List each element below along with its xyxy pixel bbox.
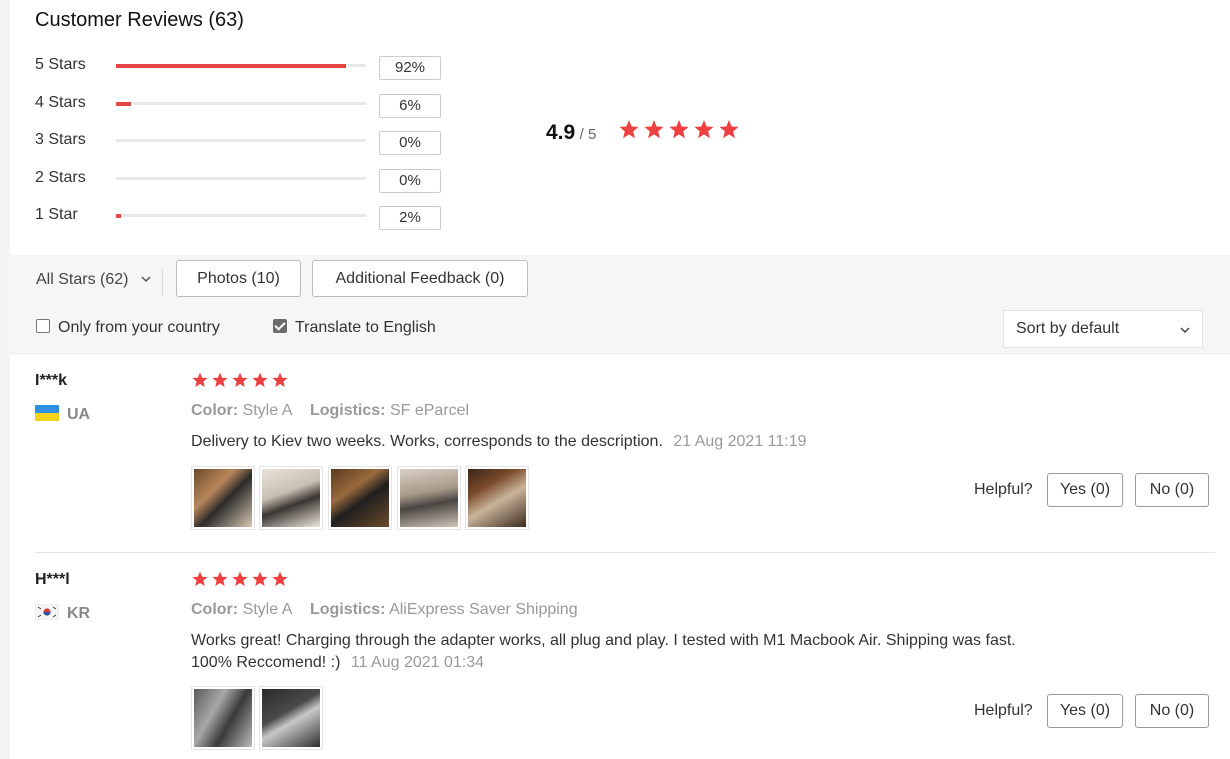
helpful-yes-button[interactable]: Yes (0) <box>1047 473 1123 507</box>
star-rating-icon <box>619 120 739 139</box>
review-photo-thumbnail[interactable] <box>259 466 323 530</box>
rating-bar-track <box>116 213 366 218</box>
logistics-value: SF eParcel <box>389 402 470 419</box>
photos-filter-button[interactable]: Photos (10) <box>176 260 301 297</box>
rating-bar-track <box>116 177 366 180</box>
rating-percent: 6% <box>379 94 441 118</box>
rating-bar-fill <box>116 213 121 218</box>
photo-image <box>331 469 389 527</box>
photo-image <box>194 689 252 747</box>
reviews-title: Customer Reviews (63) <box>35 9 244 31</box>
chevron-down-icon <box>1180 327 1190 334</box>
photo-image <box>262 689 320 747</box>
helpful-no-button[interactable]: No (0) <box>1135 694 1209 728</box>
helpful-label: Helpful? <box>974 481 1033 498</box>
rating-row-label: 3 Stars <box>35 131 86 148</box>
filter-divider <box>162 269 163 297</box>
rating-bar-track <box>116 101 366 106</box>
helpful-no-button[interactable]: No (0) <box>1135 473 1209 507</box>
filter-bottom-border <box>10 353 1230 354</box>
star-rating-icon <box>192 571 288 586</box>
country-code: KR <box>67 605 91 622</box>
photo-image <box>400 469 458 527</box>
logistics-label: Logistics: <box>309 402 386 419</box>
color-label: Color: <box>191 402 239 419</box>
review-photo-thumbnail[interactable] <box>465 466 529 530</box>
average-stars <box>619 119 741 148</box>
review-photo-thumbnail[interactable] <box>259 686 323 750</box>
logistics-label: Logistics: <box>309 601 386 618</box>
review-divider <box>35 552 1215 553</box>
rating-bar-track <box>116 63 366 68</box>
sort-select[interactable]: Sort by default <box>1003 310 1203 348</box>
rating-percent: 2% <box>379 206 441 230</box>
rating-row-1[interactable]: 1 Star 2% <box>35 202 455 240</box>
reviewer-country: UA <box>35 405 90 424</box>
average-score-max: / 5 <box>579 126 597 143</box>
all-stars-label: All Stars (62) <box>36 271 129 288</box>
rating-row-4[interactable]: 4 Stars 6% <box>35 90 455 128</box>
country-code: UA <box>67 406 91 423</box>
star-rating-icon <box>192 372 288 387</box>
review-body-line1: Works great! Charging through the adapte… <box>191 632 1016 649</box>
rating-row-label: 1 Star <box>35 206 78 223</box>
ukraine-flag-icon <box>35 405 59 421</box>
photo-image <box>262 469 320 527</box>
rating-row-label: 5 Stars <box>35 56 86 73</box>
average-score-value: 4.9 <box>546 121 576 144</box>
review-date: 11 Aug 2021 01:34 <box>350 654 485 671</box>
checked-checkbox-icon <box>273 319 287 333</box>
photo-image <box>194 469 252 527</box>
rating-percent: 0% <box>379 131 441 155</box>
rating-percent: 92% <box>379 56 441 80</box>
only-country-label: Only from your country <box>58 319 220 336</box>
translate-checkbox[interactable]: Translate to English <box>273 319 436 337</box>
color-value: Style A <box>242 402 292 419</box>
review-stars <box>192 372 290 396</box>
average-score: 4.9 / 5 <box>546 121 596 145</box>
rating-row-5[interactable]: 5 Stars 92% <box>35 52 455 90</box>
rating-row-label: 4 Stars <box>35 94 86 111</box>
reviewer-name: H***l <box>35 571 70 588</box>
checkbox-icon <box>36 319 50 333</box>
photo-image <box>468 469 526 527</box>
review-photo-thumbnail[interactable] <box>328 466 392 530</box>
sort-label: Sort by default <box>1016 320 1120 337</box>
helpful-label: Helpful? <box>974 702 1033 719</box>
helpful-yes-button[interactable]: Yes (0) <box>1047 694 1123 728</box>
review-text: Delivery to Kiev two weeks. Works, corre… <box>191 431 1111 453</box>
review-stars <box>192 571 290 595</box>
rating-row-2[interactable]: 2 Stars 0% <box>35 165 455 203</box>
reviewer-country: KR <box>35 604 90 623</box>
chevron-down-icon <box>141 276 151 283</box>
color-value: Style A <box>242 601 292 618</box>
review-body-line2: 100% Reccomend! :) <box>191 654 341 671</box>
review-filter-bar: All Stars (62) Photos (10) Additional Fe… <box>10 255 1230 353</box>
review-photo-thumbnail[interactable] <box>191 686 255 750</box>
rating-percent: 0% <box>379 169 441 193</box>
south-korea-flag-icon <box>35 604 59 620</box>
left-gutter <box>0 0 10 759</box>
rating-row-3[interactable]: 3 Stars 0% <box>35 127 455 165</box>
review-date: 21 Aug 2021 11:19 <box>673 433 807 450</box>
rating-bar-fill <box>116 63 346 68</box>
rating-row-label: 2 Stars <box>35 169 86 186</box>
only-country-checkbox[interactable]: Only from your country <box>36 319 220 337</box>
review-meta: Color: Style A Logistics: SF eParcel <box>191 402 469 420</box>
reviewer-name: I***k <box>35 372 68 389</box>
logistics-value: AliExpress Saver Shipping <box>389 601 578 618</box>
additional-feedback-button[interactable]: Additional Feedback (0) <box>312 260 528 297</box>
rating-bar-track <box>116 139 366 142</box>
translate-label: Translate to English <box>295 319 436 336</box>
all-stars-dropdown[interactable]: All Stars (62) <box>36 271 151 289</box>
color-label: Color: <box>191 601 239 618</box>
review-photo-thumbnail[interactable] <box>191 466 255 530</box>
review-body: Delivery to Kiev two weeks. Works, corre… <box>191 433 663 450</box>
review-meta: Color: Style A Logistics: AliExpress Sav… <box>191 601 578 619</box>
review-text: Works great! Charging through the adapte… <box>191 630 1111 674</box>
rating-bar-fill <box>116 101 131 106</box>
review-photo-thumbnail[interactable] <box>397 466 461 530</box>
